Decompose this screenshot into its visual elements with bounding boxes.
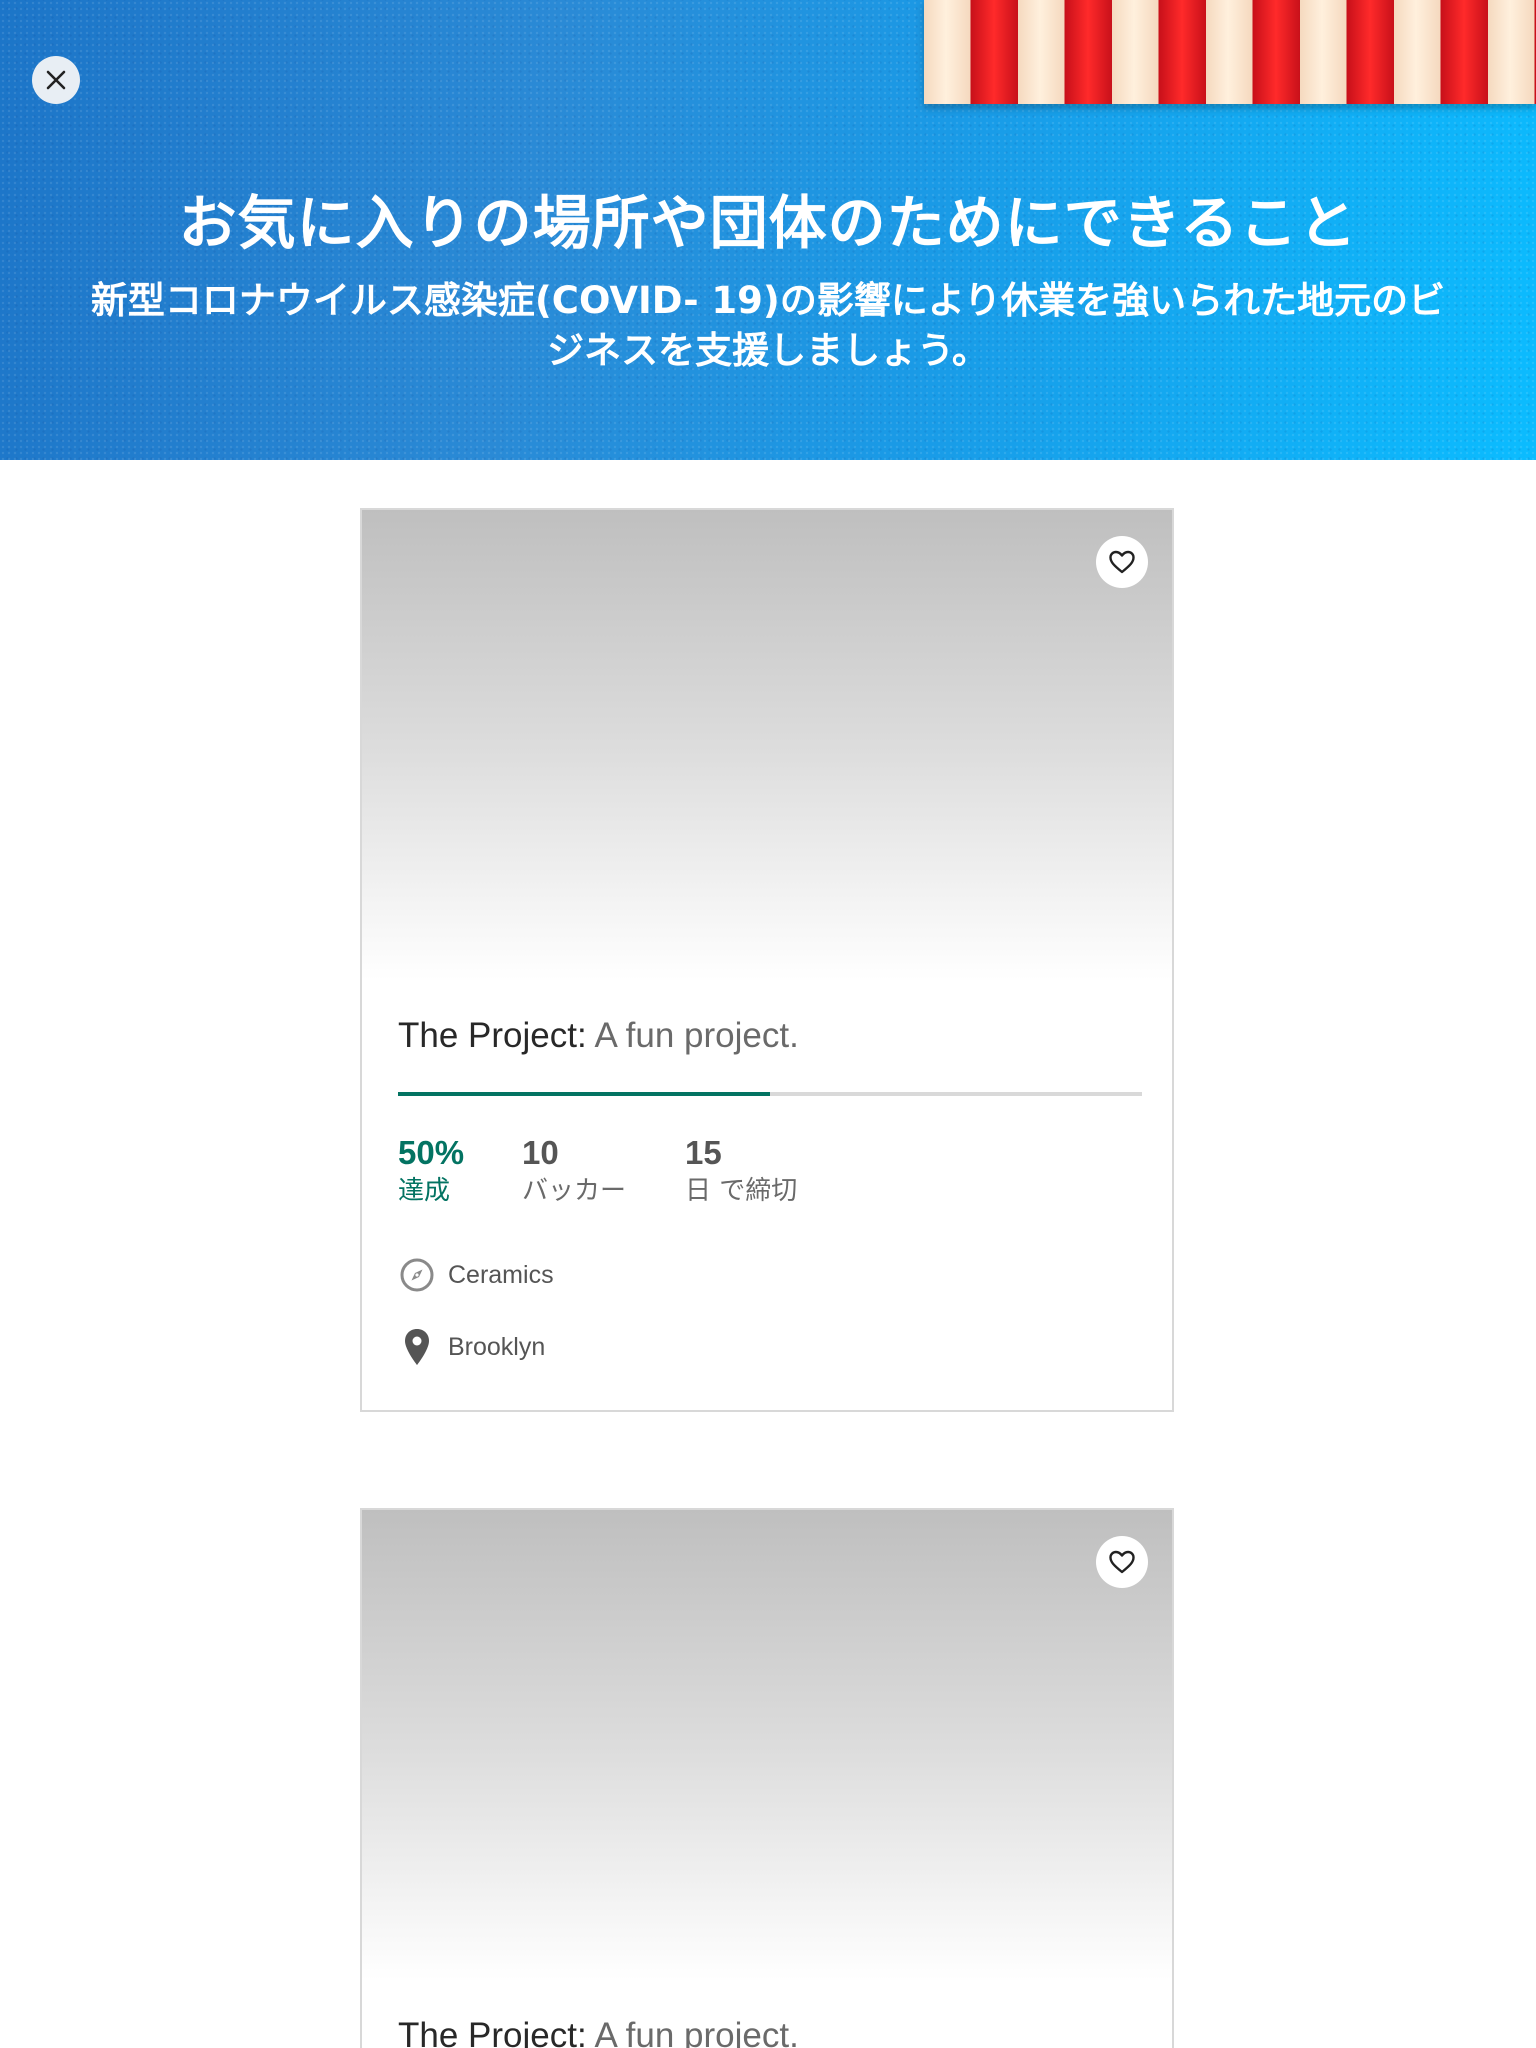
map-pin-icon xyxy=(398,1328,436,1366)
project-card[interactable]: The Project: A fun project. 50% 達成 10 バッ… xyxy=(360,508,1174,1412)
header-banner: お気に入りの場所や団体のためにできること 新型コロナウイルス感染症(COVID-… xyxy=(0,0,1536,460)
project-image[interactable] xyxy=(362,1510,1172,1980)
backers-label: バッカー xyxy=(522,1176,627,1206)
days-left-label: 日 で締切 xyxy=(685,1176,798,1206)
project-title[interactable]: The Project: A fun project. xyxy=(398,1016,799,1056)
funding-progress-fill xyxy=(398,1092,770,1096)
heart-icon xyxy=(1109,1550,1135,1574)
project-card[interactable]: The Project: A fun project. xyxy=(360,1508,1174,2048)
category-link[interactable]: Ceramics xyxy=(398,1256,554,1294)
stat-percent-funded: 50% 達成 xyxy=(398,1134,464,1210)
category-label: Ceramics xyxy=(448,1260,554,1289)
stat-backers: 10 バッカー xyxy=(522,1134,626,1210)
location-label: Brooklyn xyxy=(448,1332,546,1361)
backers-value: 10 xyxy=(522,1134,559,1171)
project-blurb: A fun project. xyxy=(594,2016,799,2048)
project-image[interactable] xyxy=(362,510,1172,980)
project-blurb: A fun project. xyxy=(594,1016,799,1055)
favorite-button[interactable] xyxy=(1096,536,1148,588)
close-button[interactable] xyxy=(32,56,80,104)
project-title[interactable]: The Project: A fun project. xyxy=(398,2016,799,2048)
compass-icon xyxy=(398,1256,436,1294)
close-icon xyxy=(46,70,66,90)
percent-funded-label: 達成 xyxy=(398,1176,451,1206)
heart-icon xyxy=(1109,550,1135,574)
project-name: The Project: xyxy=(398,1016,587,1055)
days-left-value: 15 xyxy=(685,1134,722,1171)
percent-funded-value: 50% xyxy=(398,1134,465,1171)
location-link[interactable]: Brooklyn xyxy=(398,1328,545,1366)
banner-title: お気に入りの場所や団体のためにできること xyxy=(178,189,1358,257)
project-name: The Project: xyxy=(398,2016,587,2048)
banner-subtitle: 新型コロナウイルス感染症(COVID- 19)の影響により休業を強いられた地元の… xyxy=(90,279,1446,372)
favorite-button[interactable] xyxy=(1096,1536,1148,1588)
funding-progress-bar xyxy=(398,1092,1142,1096)
awning-illustration xyxy=(924,0,1536,104)
page: お気に入りの場所や団体のためにできること 新型コロナウイルス感染症(COVID-… xyxy=(0,0,1536,2048)
stat-days-left: 15 日 で締切 xyxy=(685,1134,797,1210)
